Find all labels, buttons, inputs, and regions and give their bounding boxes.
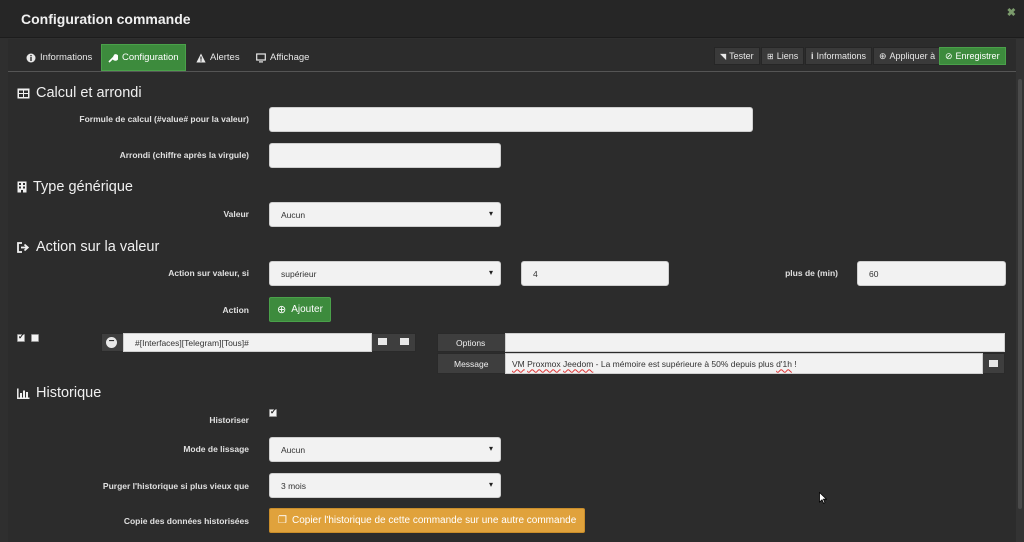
action-enable-checkbox[interactable] [17, 332, 25, 342]
section-generic: Type générique [17, 179, 133, 195]
table-icon [17, 88, 30, 98]
plus-circle-icon: ⊕ [879, 50, 887, 61]
action-parallel-checkbox[interactable] [31, 334, 39, 342]
building-icon [17, 181, 27, 193]
message-word: Proxmox [527, 358, 561, 369]
info-circle-icon [26, 53, 36, 62]
duration-input[interactable]: 60 [857, 261, 1006, 286]
purge-select-value: 3 mois [281, 480, 307, 491]
message-text: ! [791, 358, 797, 369]
purge-select[interactable]: 3 mois [269, 473, 501, 498]
options-input[interactable] [505, 333, 1005, 352]
copy-history-button[interactable]: ❐ Copier l'historique de cette commande … [269, 508, 586, 533]
liens-label: Liens [776, 51, 799, 61]
tester-button[interactable]: ◥ Tester [714, 47, 760, 65]
add-action-label: Ajouter [291, 304, 323, 315]
modal-title: Configuration commande [21, 11, 191, 27]
modal-titlebar: Configuration commande ✖ [0, 0, 1024, 38]
appliquer-label: Appliquer à [889, 51, 936, 61]
purge-label: Purger l'historique si plus vieux que [102, 481, 249, 491]
liens-button[interactable]: ⊞ Liens [761, 47, 805, 65]
duration-label: plus de (min) [785, 268, 838, 278]
tab-bar: Informations Configuration Alertes Affic… [8, 42, 1016, 72]
monitor-icon [256, 52, 266, 62]
rss-icon: ◥ [720, 51, 727, 61]
tab-alertes-label: Alertes [210, 52, 240, 63]
operator-select-value: supérieur [281, 268, 317, 279]
arrondi-label: Arrondi (chiffre après la virgule) [119, 150, 249, 160]
copy-history-label: Copie des données historisées [123, 516, 249, 526]
operator-select[interactable]: supérieur [269, 261, 501, 286]
action-label: Action [222, 305, 249, 315]
vertical-scrollbar[interactable] [1016, 39, 1024, 542]
action-cmd-input[interactable]: #[Interfaces][Telegram][Tous]# [123, 333, 372, 352]
wrench-icon [108, 53, 118, 63]
valeur-select[interactable]: Aucun [269, 202, 501, 227]
bar-chart-icon [17, 388, 30, 399]
message-word: d'1h [776, 358, 792, 369]
historiser-label: Historiser [209, 415, 249, 425]
informations-button[interactable]: i Informations [805, 47, 873, 65]
section-calcul-title: Calcul et arrondi [36, 85, 142, 101]
action-condition-label: Action sur valeur, si [168, 268, 249, 278]
section-action-title: Action sur la valeur [36, 239, 160, 255]
mouse-cursor-icon [819, 492, 827, 504]
tab-affichage[interactable]: Affichage [250, 44, 315, 71]
arrondi-input[interactable] [269, 143, 501, 168]
enregistrer-label: Enregistrer [955, 51, 1000, 61]
valeur-label: Valeur [223, 209, 249, 219]
appliquer-button[interactable]: ⊕ Appliquer à [873, 47, 942, 65]
remove-action-icon[interactable]: − [106, 337, 117, 348]
formule-input[interactable] [269, 107, 753, 132]
section-history: Historique [17, 385, 101, 401]
message-label: Message [454, 359, 489, 369]
list-icon[interactable] [400, 338, 409, 345]
lissage-label: Mode de lissage [183, 444, 249, 454]
list-alt-icon[interactable] [378, 338, 387, 345]
sign-out-icon [17, 241, 30, 253]
historiser-checkbox[interactable] [269, 407, 277, 417]
tab-informations-label: Informations [40, 52, 93, 63]
informations-label: Informations [816, 51, 867, 61]
formule-label: Formule de calcul (#value# pour la valeu… [79, 114, 249, 124]
tab-affichage-label: Affichage [270, 52, 310, 63]
section-history-title: Historique [36, 385, 102, 401]
message-input[interactable]: VM Proxmox Jeedom - La mémoire est supér… [505, 353, 983, 374]
lissage-select-value: Aucun [281, 444, 306, 455]
close-icon[interactable]: ✖ [1007, 6, 1016, 19]
section-action: Action sur la valeur [17, 239, 159, 255]
info-icon: i [811, 51, 814, 61]
lissage-select[interactable]: Aucun [269, 437, 501, 462]
tab-informations[interactable]: Informations [20, 44, 98, 71]
add-action-button[interactable]: ⊕ Ajouter [269, 297, 331, 322]
list-alt-icon[interactable] [989, 360, 998, 367]
warning-triangle-icon [196, 53, 206, 62]
sitemap-icon: ⊞ [767, 51, 774, 61]
message-word: Jeedom [563, 358, 594, 369]
tab-alertes[interactable]: Alertes [190, 44, 246, 71]
valeur-select-value: Aucun [281, 209, 306, 220]
tester-label: Tester [729, 51, 754, 61]
copy-history-button-label: Copier l'historique de cette commande su… [291, 515, 577, 526]
check-circle-icon: ⊘ [945, 50, 953, 61]
section-generic-title: Type générique [33, 179, 133, 195]
scrollbar-thumb[interactable] [1018, 79, 1022, 509]
threshold-input[interactable]: 4 [521, 261, 669, 286]
options-label: Options [456, 338, 486, 348]
enregistrer-button[interactable]: ⊘ Enregistrer [939, 47, 1006, 65]
clone-icon: ❐ [278, 515, 287, 526]
section-calcul: Calcul et arrondi [17, 85, 142, 101]
plus-circle-icon: ⊕ [277, 304, 287, 316]
message-word: VM [512, 358, 525, 369]
tab-configuration-label: Configuration [122, 52, 179, 63]
message-text: - La mémoire est supérieure à 50% depuis… [593, 358, 777, 369]
tab-configuration[interactable]: Configuration [101, 44, 186, 71]
